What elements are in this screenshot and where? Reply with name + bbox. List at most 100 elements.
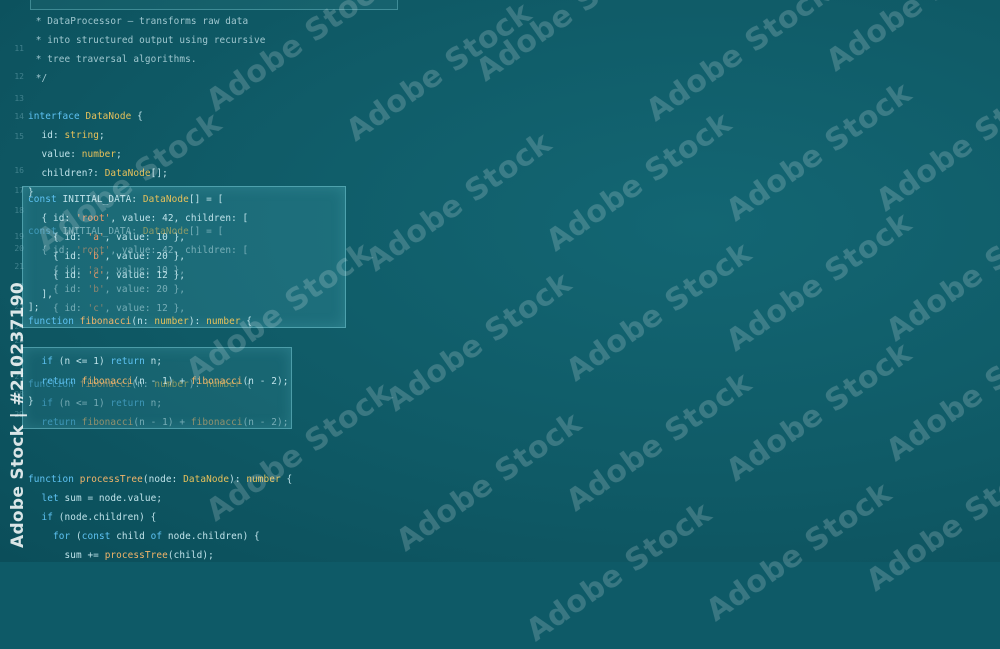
ghost-code-line: if (n <= 1) return n;	[30, 398, 162, 409]
code-token: let	[30, 493, 65, 504]
code-token: processTree	[79, 474, 143, 485]
code-token: ):	[188, 316, 207, 327]
code-token: for	[30, 531, 76, 542]
code-line: value: number;	[30, 149, 122, 160]
line-number: 11	[14, 44, 24, 53]
code-token: fibonacci	[79, 316, 132, 327]
code-line: * tree traversal algorithms.	[30, 54, 197, 65]
code-token: value:	[30, 149, 82, 160]
code-token: child	[116, 531, 151, 542]
line-number: 12	[14, 72, 24, 81]
code-token: {	[131, 111, 143, 122]
line-number: 18	[14, 206, 24, 215]
code-token: (node:	[142, 474, 184, 485]
code-token: 'b'	[87, 284, 105, 295]
ghost-code-line: { id: 'b', value: 20 },	[30, 284, 185, 295]
code-line: sum += processTree(child);	[30, 550, 214, 561]
code-token: { id:	[30, 303, 88, 314]
code-line: id: string;	[30, 130, 105, 141]
code-token: 'a'	[87, 265, 105, 276]
code-token: number	[81, 149, 117, 160]
code-token: DataNode	[142, 194, 189, 205]
code-token: (n - 2);	[242, 417, 289, 428]
code-token: number	[154, 379, 189, 390]
code-token: string	[64, 130, 99, 141]
line-number: 14	[14, 112, 24, 121]
code-token: const	[81, 531, 117, 542]
code-token: DataNode	[142, 226, 189, 237]
code-token: [] = [	[188, 194, 224, 205]
code-token: children?:	[30, 168, 105, 179]
code-token: (node.children) {	[58, 512, 157, 523]
ghost-code-line: return fibonacci(n - 1) + fibonacci(n - …	[30, 417, 289, 428]
code-token: n;	[150, 356, 163, 367]
code-line: if (node.children) {	[30, 512, 156, 523]
code-line: let sum = node.value;	[30, 493, 162, 504]
code-token: node.children) {	[167, 531, 260, 542]
code-token: fibonacci	[81, 417, 134, 428]
stock-id-label: Adobe Stock | #210237190	[8, 281, 28, 548]
code-token: 'root'	[75, 245, 111, 256]
line-number: 13	[14, 94, 24, 103]
code-line: for (const child of node.children) {	[30, 531, 260, 542]
code-token: sum = node.value;	[64, 493, 163, 504]
code-token: fibonacci	[79, 379, 132, 390]
code-token: {	[240, 379, 253, 390]
code-token: of	[150, 531, 168, 542]
code-token: * tree traversal algorithms.	[30, 54, 197, 65]
code-token: , value: 20 },	[104, 284, 186, 295]
code-line: */	[30, 73, 47, 84]
code-token: (n:	[131, 316, 155, 327]
code-token: (n:	[131, 379, 155, 390]
ghost-code-line: function fibonacci(n: number): number {	[28, 379, 252, 390]
code-token: const	[28, 194, 63, 205]
code-token: return	[110, 356, 151, 367]
code-token: , value: 42, children: [	[110, 245, 249, 256]
code-line: function fibonacci(n: number): number {	[28, 316, 252, 327]
code-token: processTree	[104, 550, 168, 561]
code-token: [] = [	[188, 226, 224, 237]
code-token: , value: 12 },	[104, 303, 186, 314]
line-number: 19	[14, 232, 24, 241]
code-token: */	[30, 73, 48, 84]
code-token: function	[28, 379, 80, 390]
ghost-code-line: { id: 'c', value: 12 },	[30, 303, 185, 314]
code-token: if	[30, 398, 59, 409]
code-token: DataNode	[85, 111, 132, 122]
code-token: n;	[150, 398, 163, 409]
code-token: sum +=	[30, 550, 105, 561]
code-token: if	[30, 512, 59, 523]
code-token: ;	[98, 130, 105, 141]
code-line: * into structured output using recursive	[30, 35, 266, 46]
code-token: { id:	[30, 265, 88, 276]
code-token: (n <= 1)	[58, 356, 111, 367]
code-token: if	[30, 356, 59, 367]
code-token: , value: 42, children: [	[110, 213, 249, 224]
line-number: 16	[14, 166, 24, 175]
code-token: ;	[116, 149, 122, 160]
code-token: return	[110, 398, 151, 409]
code-token: id:	[30, 130, 65, 141]
code-token: number	[154, 316, 189, 327]
code-token: * DataProcessor — transforms raw data	[30, 16, 249, 27]
code-token: (n - 1) +	[133, 417, 191, 428]
line-number: 21	[14, 262, 24, 271]
line-number: 17	[14, 186, 24, 195]
code-token: interface	[28, 111, 86, 122]
code-token: , value: 10 },	[104, 265, 186, 276]
code-token: (child);	[167, 550, 214, 561]
ghost-code-line: { id: 'a', value: 10 },	[30, 265, 185, 276]
code-token: return	[30, 417, 82, 428]
line-number: 15	[14, 132, 24, 141]
code-token: fibonacci	[190, 417, 243, 428]
code-token: 'c'	[87, 303, 105, 314]
code-token: function	[28, 316, 80, 327]
code-line: interface DataNode {	[28, 111, 143, 122]
code-token: function	[28, 474, 80, 485]
line-number: 20	[14, 244, 24, 253]
code-token: * into structured output using recursive	[30, 35, 266, 46]
code-line: if (n <= 1) return n;	[30, 356, 162, 367]
code-token: (n <= 1)	[58, 398, 111, 409]
code-token: { id:	[30, 284, 88, 295]
code-line: * DataProcessor — transforms raw data	[30, 16, 248, 27]
